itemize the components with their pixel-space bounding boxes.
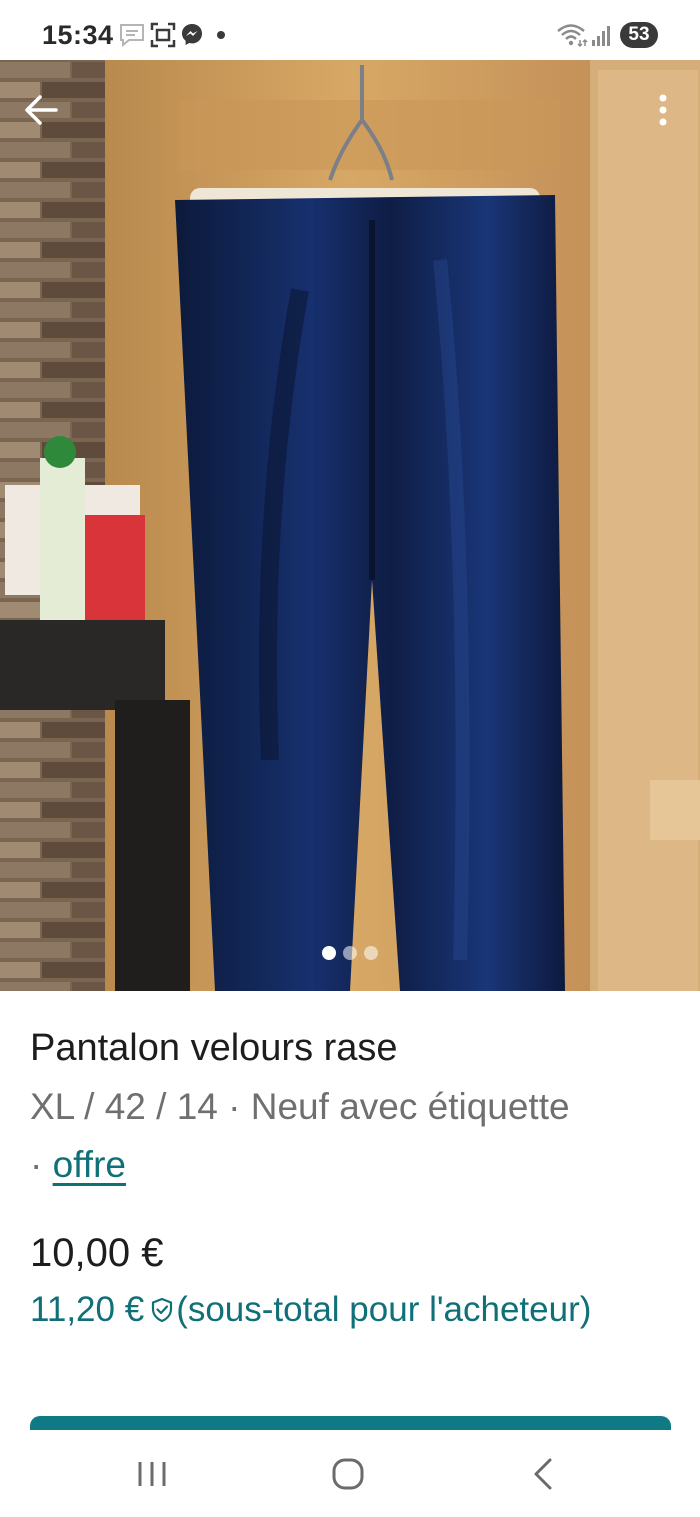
- item-meta: XL / 42 / 14 · Neuf avec étiquette · off…: [30, 1078, 675, 1194]
- listing-details: Pantalon velours rase XL / 42 / 14 · Neu…: [30, 1022, 675, 1336]
- photo-pagination: [0, 946, 700, 962]
- status-time: 15:34: [42, 20, 114, 50]
- battery-indicator: 53: [620, 22, 658, 48]
- meta-separator: ·: [30, 1144, 53, 1185]
- system-navigation-bar: [0, 1430, 700, 1517]
- buyer-total[interactable]: 11,20 € (sous-total pour l'acheteur): [30, 1284, 675, 1336]
- status-bar: 15:34 53: [0, 0, 700, 60]
- more-options-button[interactable]: [648, 88, 678, 132]
- pagination-dot[interactable]: [364, 946, 378, 960]
- buyer-price: 11,20 €: [30, 1290, 145, 1329]
- pagination-dot[interactable]: [322, 946, 336, 960]
- product-photo-carousel[interactable]: [0, 60, 700, 991]
- wifi-icon: [557, 24, 588, 48]
- more-vertical-icon: [659, 94, 667, 126]
- back-button[interactable]: [20, 88, 64, 132]
- recent-apps-icon: [138, 1462, 166, 1486]
- messenger-icon: [182, 24, 202, 45]
- screenshot-icon: [150, 22, 176, 48]
- chat-bubble-icon: [120, 24, 144, 48]
- item-title: Pantalon velours rase: [30, 1027, 398, 1069]
- shield-check-icon: [152, 1297, 173, 1323]
- buyer-price-note: (sous-total pour l'acheteur): [176, 1290, 592, 1329]
- arrow-left-icon: [25, 95, 58, 125]
- buy-button[interactable]: [30, 1416, 671, 1430]
- product-photo: [0, 60, 700, 991]
- back-icon: [534, 1458, 552, 1490]
- home-icon: [332, 1458, 364, 1490]
- recent-apps-button[interactable]: [122, 1454, 182, 1494]
- signal-icon: [592, 26, 610, 46]
- offer-link[interactable]: offre: [53, 1144, 126, 1185]
- system-back-button[interactable]: [514, 1454, 574, 1494]
- pagination-dot[interactable]: [343, 946, 357, 960]
- item-price: 10,00 €: [30, 1231, 164, 1275]
- home-button[interactable]: [318, 1454, 378, 1494]
- dot-icon: [217, 31, 225, 39]
- item-attributes: XL / 42 / 14 · Neuf avec étiquette: [30, 1086, 570, 1127]
